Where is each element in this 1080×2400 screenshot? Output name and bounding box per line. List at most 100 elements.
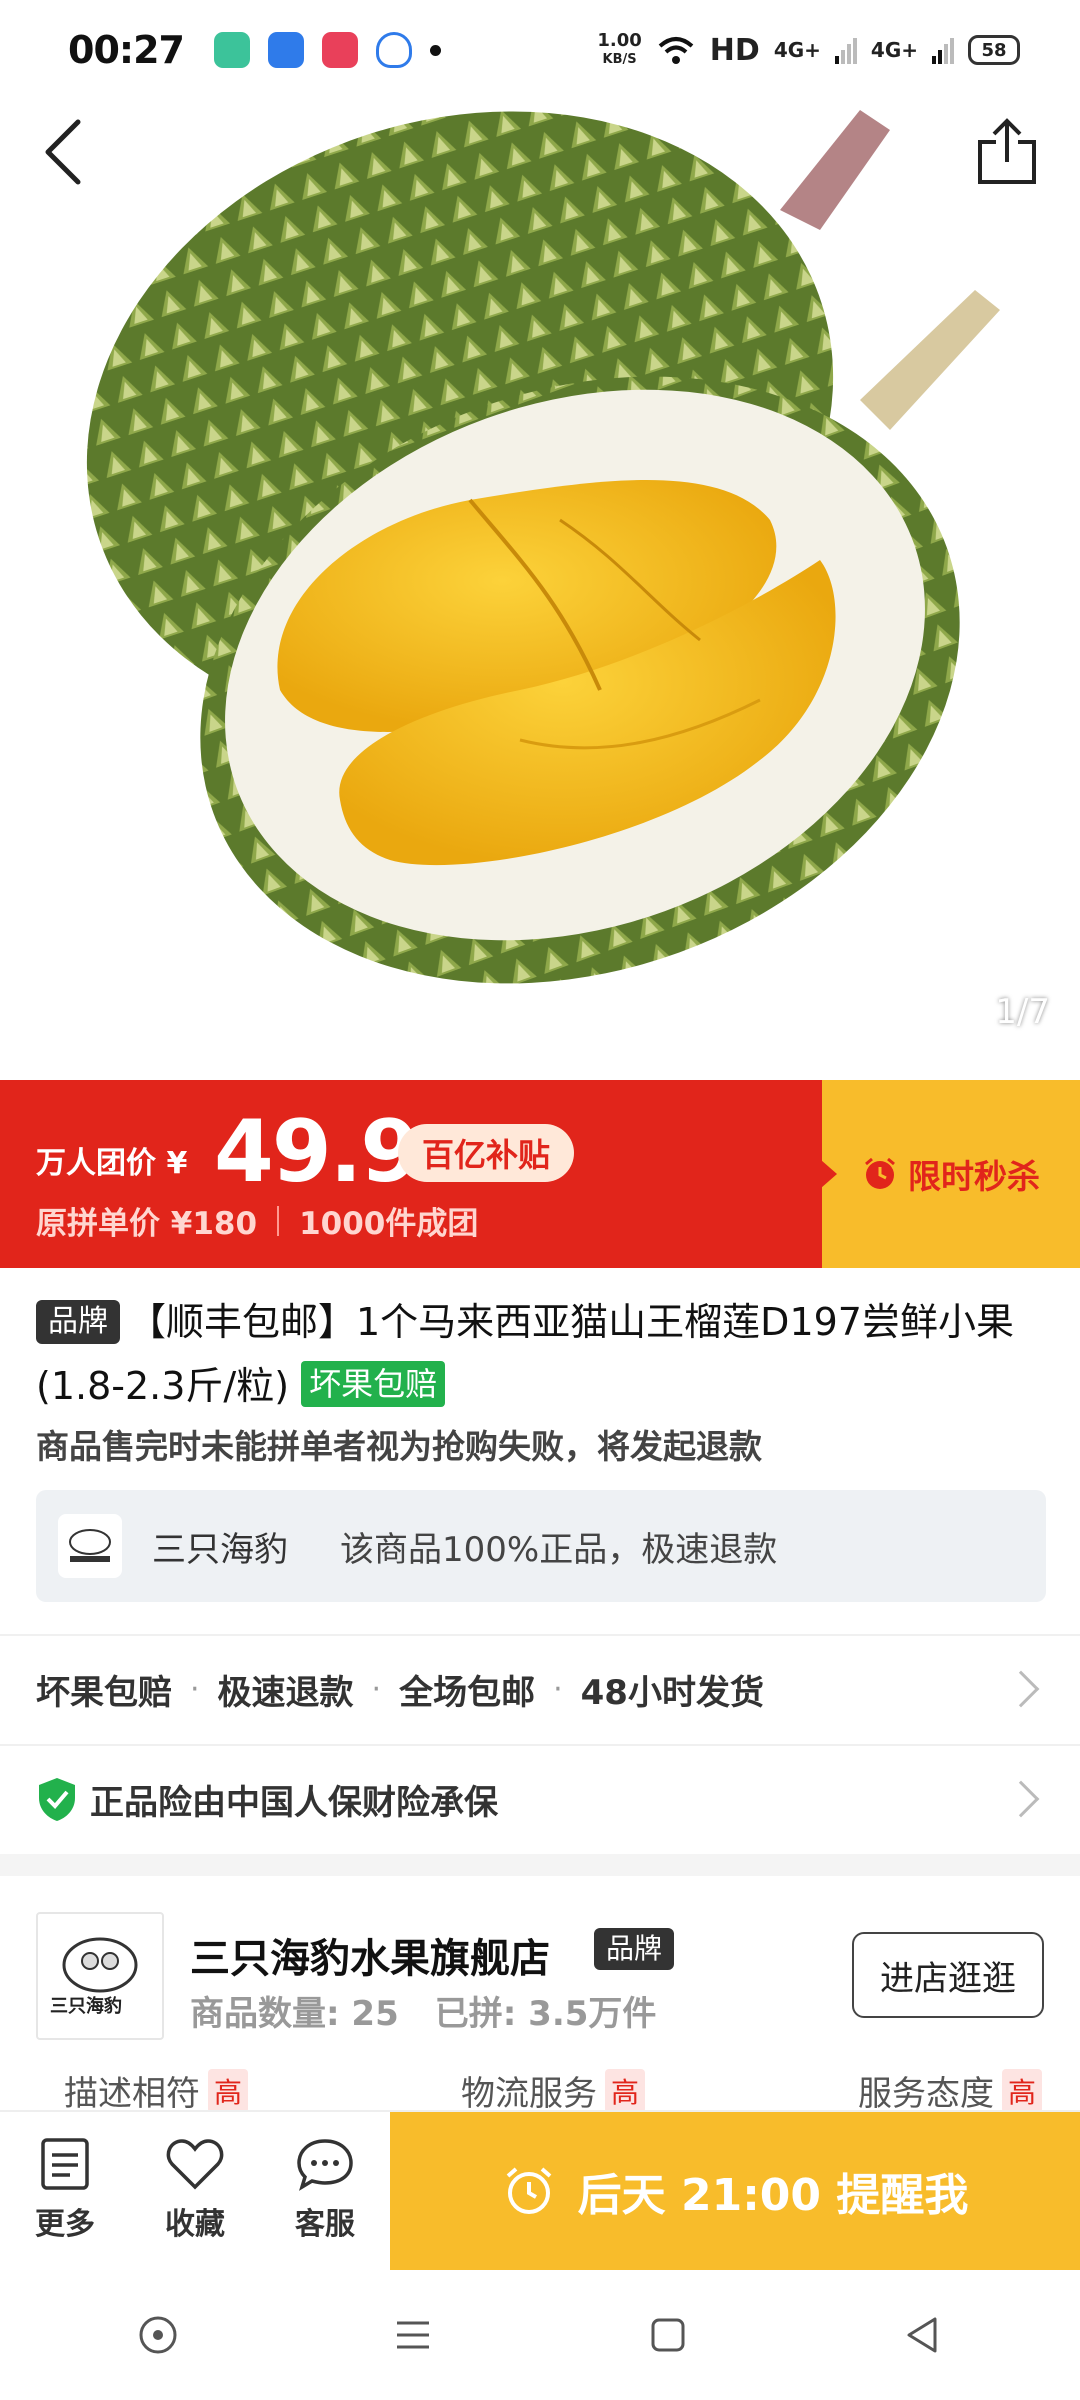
chevron-right-icon	[1002, 1670, 1040, 1708]
customer-service-button[interactable]: 客服	[260, 2112, 390, 2268]
rating-service: 服务态度 高	[858, 2066, 1042, 2115]
original-price: 原拼单价 ¥180	[36, 1206, 258, 1242]
more-label: 更多	[35, 2207, 95, 2242]
insurance-row[interactable]: 正品险由中国人保财险承保	[0, 1744, 1080, 1852]
price-bar: 万人团价 ¥ 49.9 百亿补贴 原拼单价 ¥180 1000件成团 限时秒杀	[0, 1080, 1080, 1268]
rating-label: 物流服务	[460, 2074, 597, 2114]
video-app-icon	[321, 32, 358, 68]
wifi-icon	[658, 37, 694, 64]
service-item: 全场包邮	[399, 1672, 536, 1713]
service-guarantees-row[interactable]: 坏果包赔 · 极速退款 · 全场包邮 · 48小时发货	[0, 1634, 1080, 1742]
signal-1: 4G+	[773, 38, 821, 62]
product-image-carousel[interactable]: 1/7	[0, 0, 1080, 1080]
image-counter: 1/7	[995, 992, 1050, 1032]
service-item: 48小时发货	[580, 1672, 764, 1713]
message-app-icon	[213, 32, 250, 68]
seal-logo-icon	[69, 1529, 111, 1562]
guarantee-tag: 坏果包赔	[301, 1361, 446, 1407]
authenticity-strip[interactable]: 三只海豹 该商品100%正品，极速退款	[36, 1490, 1046, 1602]
group-count: 1000件成团	[299, 1206, 479, 1242]
hd-indicator: HD	[709, 32, 760, 68]
rating-level: 高	[604, 2068, 645, 2113]
net-speed-value: 1.00	[597, 30, 642, 51]
visit-store-button[interactable]: 进店逛逛	[852, 1932, 1044, 2018]
back-triangle-icon[interactable]	[901, 2313, 945, 2357]
shop-short-name: 三只海豹	[152, 1529, 288, 1570]
store-logo-text: 三只海豹	[50, 1996, 122, 2017]
notch	[821, 1160, 837, 1188]
network-speed: 1.00 KB/S	[597, 31, 641, 69]
service-label: 客服	[295, 2207, 355, 2242]
price-label: 万人团价 ¥	[36, 1146, 188, 1181]
remind-me-button[interactable]: 后天 21:00 提醒我	[390, 2112, 1080, 2270]
rating-level: 高	[208, 2068, 249, 2113]
product-detail-page: 1/7 00:27 1.00 KB/S HD 4G+ 4G+ 58 万人团价 ¥…	[0, 0, 1080, 2400]
product-title-text: 【顺丰包邮】1个马来西亚猫山王榴莲D197尝鲜小果(1.8-2.3斤/粒)	[36, 1300, 1014, 1408]
sold-count: 已拼: 3.5万件	[434, 1994, 657, 2034]
rating-logistics: 物流服务 高	[461, 2066, 645, 2115]
product-title: 品牌 【顺丰包邮】1个马来西亚猫山王榴莲D197尝鲜小果(1.8-2.3斤/粒) …	[36, 1290, 1046, 1418]
status-bar: 00:27 1.00 KB/S HD 4G+ 4G+ 58	[0, 0, 1080, 100]
shield-check-icon	[39, 1778, 75, 1821]
goods-count: 商品数量: 25	[190, 1994, 399, 2034]
rating-label: 描述相符	[64, 2074, 200, 2114]
heart-icon	[166, 2139, 224, 2190]
separator-dot: ·	[190, 1671, 200, 1707]
battery-indicator: 58	[968, 35, 1020, 65]
document-icon	[41, 2138, 89, 2190]
share-icon	[978, 118, 1036, 184]
separator-dot: ·	[553, 1671, 563, 1707]
more-button[interactable]: 更多	[0, 2112, 130, 2268]
chevron-right-icon	[1002, 1780, 1040, 1818]
assistant-icon[interactable]	[136, 2313, 180, 2357]
flash-sale-label: 限时秒杀	[908, 1157, 1040, 1196]
store-brand-tag: 品牌	[594, 1928, 675, 1970]
chat-bubble-icon	[297, 2139, 353, 2191]
divider	[277, 1205, 280, 1236]
signal-2: 4G+	[870, 38, 918, 62]
menu-icon[interactable]	[391, 2313, 435, 2357]
more-notifications-dot	[429, 44, 441, 56]
authenticity-desc: 该商品100%正品，极速退款	[340, 1529, 778, 1570]
store-ratings: 描述相符 高 物流服务 高 服务态度 高	[0, 2066, 1080, 2115]
product-title-section: 品牌 【顺丰包邮】1个马来西亚猫山王榴莲D197尝鲜小果(1.8-2.3斤/粒) …	[36, 1290, 1046, 1418]
flash-sale-panel: 限时秒杀	[821, 1080, 1080, 1268]
share-button[interactable]	[972, 116, 1042, 190]
back-button[interactable]	[34, 112, 104, 192]
price-value: 49.9	[214, 1102, 420, 1202]
chevron-left-icon	[45, 119, 81, 185]
separator-dot: ·	[371, 1671, 382, 1707]
signal-bars-icon	[932, 38, 954, 64]
price-details: 原拼单价 ¥180 1000件成团	[36, 1198, 478, 1243]
store-name[interactable]: 三只海豹水果旗舰店	[190, 1926, 550, 1984]
insurance-text: 正品险由中国人保财险承保	[90, 1782, 498, 1823]
alarm-clock-icon	[506, 2167, 551, 2214]
favorite-button[interactable]: 收藏	[130, 2112, 260, 2268]
service-item: 坏果包赔	[36, 1672, 172, 1713]
subsidy-badge: 百亿补贴	[398, 1124, 575, 1182]
store-stats: 商品数量: 25 已拼: 3.5万件	[190, 1986, 656, 2035]
rating-level: 高	[1001, 2068, 1042, 2113]
system-indicators: 1.00 KB/S HD 4G+ 4G+ 58	[597, 31, 1020, 69]
section-divider	[0, 1854, 1080, 1876]
shop-logo-small	[58, 1514, 122, 1578]
net-speed-unit: KB/S	[602, 52, 637, 67]
bottom-action-bar: 更多 收藏 客服 后天 21:00 提醒我	[0, 2110, 1080, 2270]
service-item: 极速退款	[217, 1672, 354, 1713]
qq-icon	[375, 32, 412, 68]
rating-description: 描述相符 高	[64, 2066, 249, 2115]
alarm-clock-icon	[865, 1157, 895, 1189]
sale-notice: 商品售完时未能拼单者视为抢购失败，将发起退款	[36, 1427, 762, 1466]
store-section: 三只海豹 三只海豹水果旗舰店 品牌 商品数量: 25 已拼: 3.5万件 进店逛…	[0, 1876, 1080, 2126]
system-nav-bar	[0, 2270, 1080, 2400]
store-logo[interactable]: 三只海豹	[36, 1912, 164, 2040]
home-icon[interactable]	[646, 2313, 690, 2357]
remind-label: 后天 21:00 提醒我	[577, 2170, 969, 2221]
notification-icons	[213, 32, 441, 68]
bird-app-icon	[267, 32, 304, 68]
durian-image	[86, 110, 1000, 984]
clock: 00:27	[68, 28, 185, 72]
group-price-panel: 万人团价 ¥ 49.9 百亿补贴 原拼单价 ¥180 1000件成团	[0, 1080, 822, 1268]
favorite-label: 收藏	[165, 2207, 225, 2242]
brand-tag: 品牌	[36, 1300, 120, 1344]
